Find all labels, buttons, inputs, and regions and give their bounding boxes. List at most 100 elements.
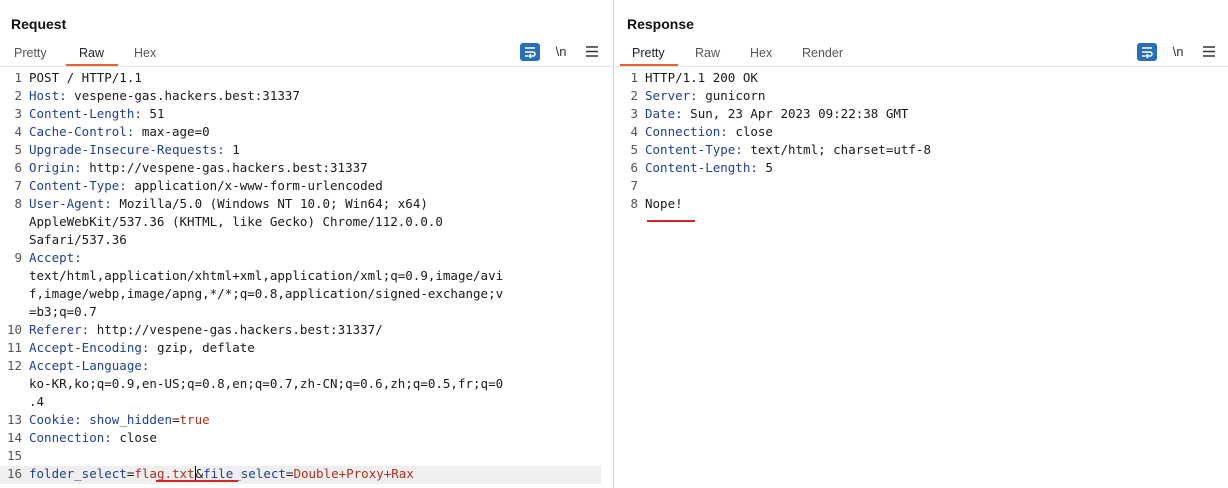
response-tab-raw[interactable]: Raw — [695, 46, 720, 60]
response-tab-hex[interactable]: Hex — [750, 46, 772, 60]
line-text: f,image/webp,image/apng,*/*;q=0.8,applic… — [29, 286, 504, 301]
header-name: User-Agent: — [29, 196, 112, 211]
line-content: Server: gunicorn — [645, 88, 765, 103]
line-text: ko-KR,ko;q=0.9,en-US;q=0.8,en;q=0.7,zh-C… — [29, 376, 504, 391]
header-name: Accept-Language: — [29, 358, 150, 373]
header-value: gunicorn — [697, 88, 766, 103]
code-line: 11 Accept-Encoding: gzip, deflate — [0, 340, 601, 358]
line-text: =b3;q=0.7 — [29, 304, 97, 319]
line-text: .4 — [29, 394, 45, 409]
response-tab-divider — [616, 66, 1228, 67]
line-number: 3 — [14, 106, 22, 121]
line-content: Connection: close — [29, 430, 157, 445]
param-name: folder_select — [29, 466, 127, 481]
line-content: text/html,application/xhtml+xml,applicat… — [29, 268, 503, 283]
response-menu-button[interactable] — [1200, 42, 1218, 62]
code-line: 6 Content-Length: 5 — [616, 160, 1216, 178]
line-content: Content-Type: text/html; charset=utf-8 — [645, 142, 931, 157]
line-number: 3 — [630, 106, 638, 121]
header-value: application/x-www-form-urlencoded — [126, 178, 383, 193]
header-name: Content-Type: — [29, 178, 127, 193]
line-number: 14 — [6, 430, 22, 445]
header-name: Accept: — [29, 250, 82, 265]
response-title: Response — [627, 16, 694, 32]
request-tab-raw[interactable]: Raw — [79, 46, 104, 60]
param-value: flag.txt — [134, 466, 195, 481]
header-value: 51 — [141, 106, 165, 121]
hamburger-menu-icon — [586, 46, 598, 57]
response-tab-pretty[interactable]: Pretty — [632, 46, 665, 60]
param-separator: & — [195, 466, 204, 481]
header-value: close — [727, 124, 773, 139]
code-line: 16 folder_select=flag.txt&file_select=Dou… — [0, 466, 601, 484]
line-content: AppleWebKit/537.36 (KHTML, like Gecko) C… — [29, 214, 443, 229]
request-title: Request — [11, 16, 67, 32]
code-line: 6 Origin: http://vespene-gas.hackers.best… — [0, 160, 601, 178]
request-editor[interactable]: 1 POST / HTTP/1.1 2 Host: vespene-gas.hacke… — [0, 70, 613, 488]
header-name: Server: — [645, 88, 698, 103]
header-name: Referer: — [29, 322, 90, 337]
response-editor[interactable]: 1 HTTP/1.1 200 OK 2 Server: gunicorn 3 Date: … — [616, 70, 1228, 488]
response-pane: Response Pretty Raw Hex Render \n 1 HTTP/… — [616, 0, 1228, 488]
header-value: max-age=0 — [134, 124, 210, 139]
header-name: Accept-Encoding: — [29, 340, 150, 355]
code-line: text/html,application/xhtml+xml,applicat… — [0, 268, 601, 286]
line-content: Content-Type: application/x-www-form-url… — [29, 178, 383, 193]
line-content: =b3;q=0.7 — [29, 304, 97, 319]
request-newline-toggle[interactable]: \n — [551, 42, 571, 62]
line-content: HTTP/1.1 200 OK — [645, 70, 758, 85]
header-value: Mozilla/5.0 (Windows NT 10.0; Win64; x64… — [111, 196, 428, 211]
line-text: POST / HTTP/1.1 — [29, 70, 142, 85]
request-tab-hex[interactable]: Hex — [134, 46, 156, 60]
line-content: Content-Length: 51 — [29, 106, 164, 121]
line-number: 4 — [14, 124, 22, 139]
header-name: Date: — [645, 106, 683, 121]
code-line: 3 Date: Sun, 23 Apr 2023 09:22:38 GMT — [616, 106, 1216, 124]
line-content: Host: vespene-gas.hackers.best:31337 — [29, 88, 300, 103]
header-value: text/html; charset=utf-8 — [742, 142, 931, 157]
line-content: f,image/webp,image/apng,*/*;q=0.8,applic… — [29, 286, 503, 301]
line-number: 12 — [6, 358, 22, 373]
header-value: vespene-gas.hackers.best:31337 — [66, 88, 300, 103]
header-name: Origin: — [29, 160, 82, 175]
line-number: 2 — [14, 88, 22, 103]
code-line: ko-KR,ko;q=0.9,en-US;q=0.8,en;q=0.7,zh-C… — [0, 376, 601, 394]
wrap-lines-icon — [1142, 47, 1153, 59]
code-line: 5 Upgrade-Insecure-Requests: 1 — [0, 142, 601, 160]
header-name: Content-Length: — [29, 106, 142, 121]
header-value: 5 — [757, 160, 773, 175]
code-line: 9 Accept: — [0, 250, 601, 268]
code-line: AppleWebKit/537.36 (KHTML, like Gecko) C… — [0, 214, 601, 232]
line-number: 1 — [630, 70, 638, 85]
code-line: 3 Content-Length: 51 — [0, 106, 601, 124]
line-content: Origin: http://vespene-gas.hackers.best:… — [29, 160, 368, 175]
line-content: Connection: close — [645, 124, 773, 139]
line-number: 9 — [14, 250, 22, 265]
line-number: 5 — [14, 142, 22, 157]
header-value: close — [111, 430, 157, 445]
line-number: 6 — [630, 160, 638, 175]
line-number: 8 — [630, 196, 638, 211]
line-number: 2 — [630, 88, 638, 103]
code-line: 7 Content-Type: application/x-www-form-ur… — [0, 178, 601, 196]
response-newline-toggle[interactable]: \n — [1168, 42, 1188, 62]
header-value: 1 — [224, 142, 240, 157]
line-number: 6 — [14, 160, 22, 175]
response-tab-render[interactable]: Render — [802, 46, 843, 60]
request-menu-button[interactable] — [583, 42, 601, 62]
line-content: User-Agent: Mozilla/5.0 (Windows NT 10.0… — [29, 196, 428, 211]
line-number: 11 — [6, 340, 22, 355]
code-line: 4 Cache-Control: max-age=0 — [0, 124, 601, 142]
response-wrap-toggle[interactable] — [1137, 43, 1157, 61]
code-line: 5 Content-Type: text/html; charset=utf-8 — [616, 142, 1216, 160]
code-line: 4 Connection: close — [616, 124, 1216, 142]
line-content: .4 — [29, 394, 44, 409]
line-number: 8 — [14, 196, 22, 211]
request-wrap-toggle[interactable] — [520, 43, 540, 61]
cookie-equals: = — [172, 412, 180, 427]
header-name: Cookie: — [29, 412, 82, 427]
request-tab-pretty[interactable]: Pretty — [14, 46, 47, 60]
header-value: gzip, deflate — [149, 340, 255, 355]
line-content: Safari/537.36 — [29, 232, 127, 247]
line-text: Safari/537.36 — [29, 232, 127, 247]
